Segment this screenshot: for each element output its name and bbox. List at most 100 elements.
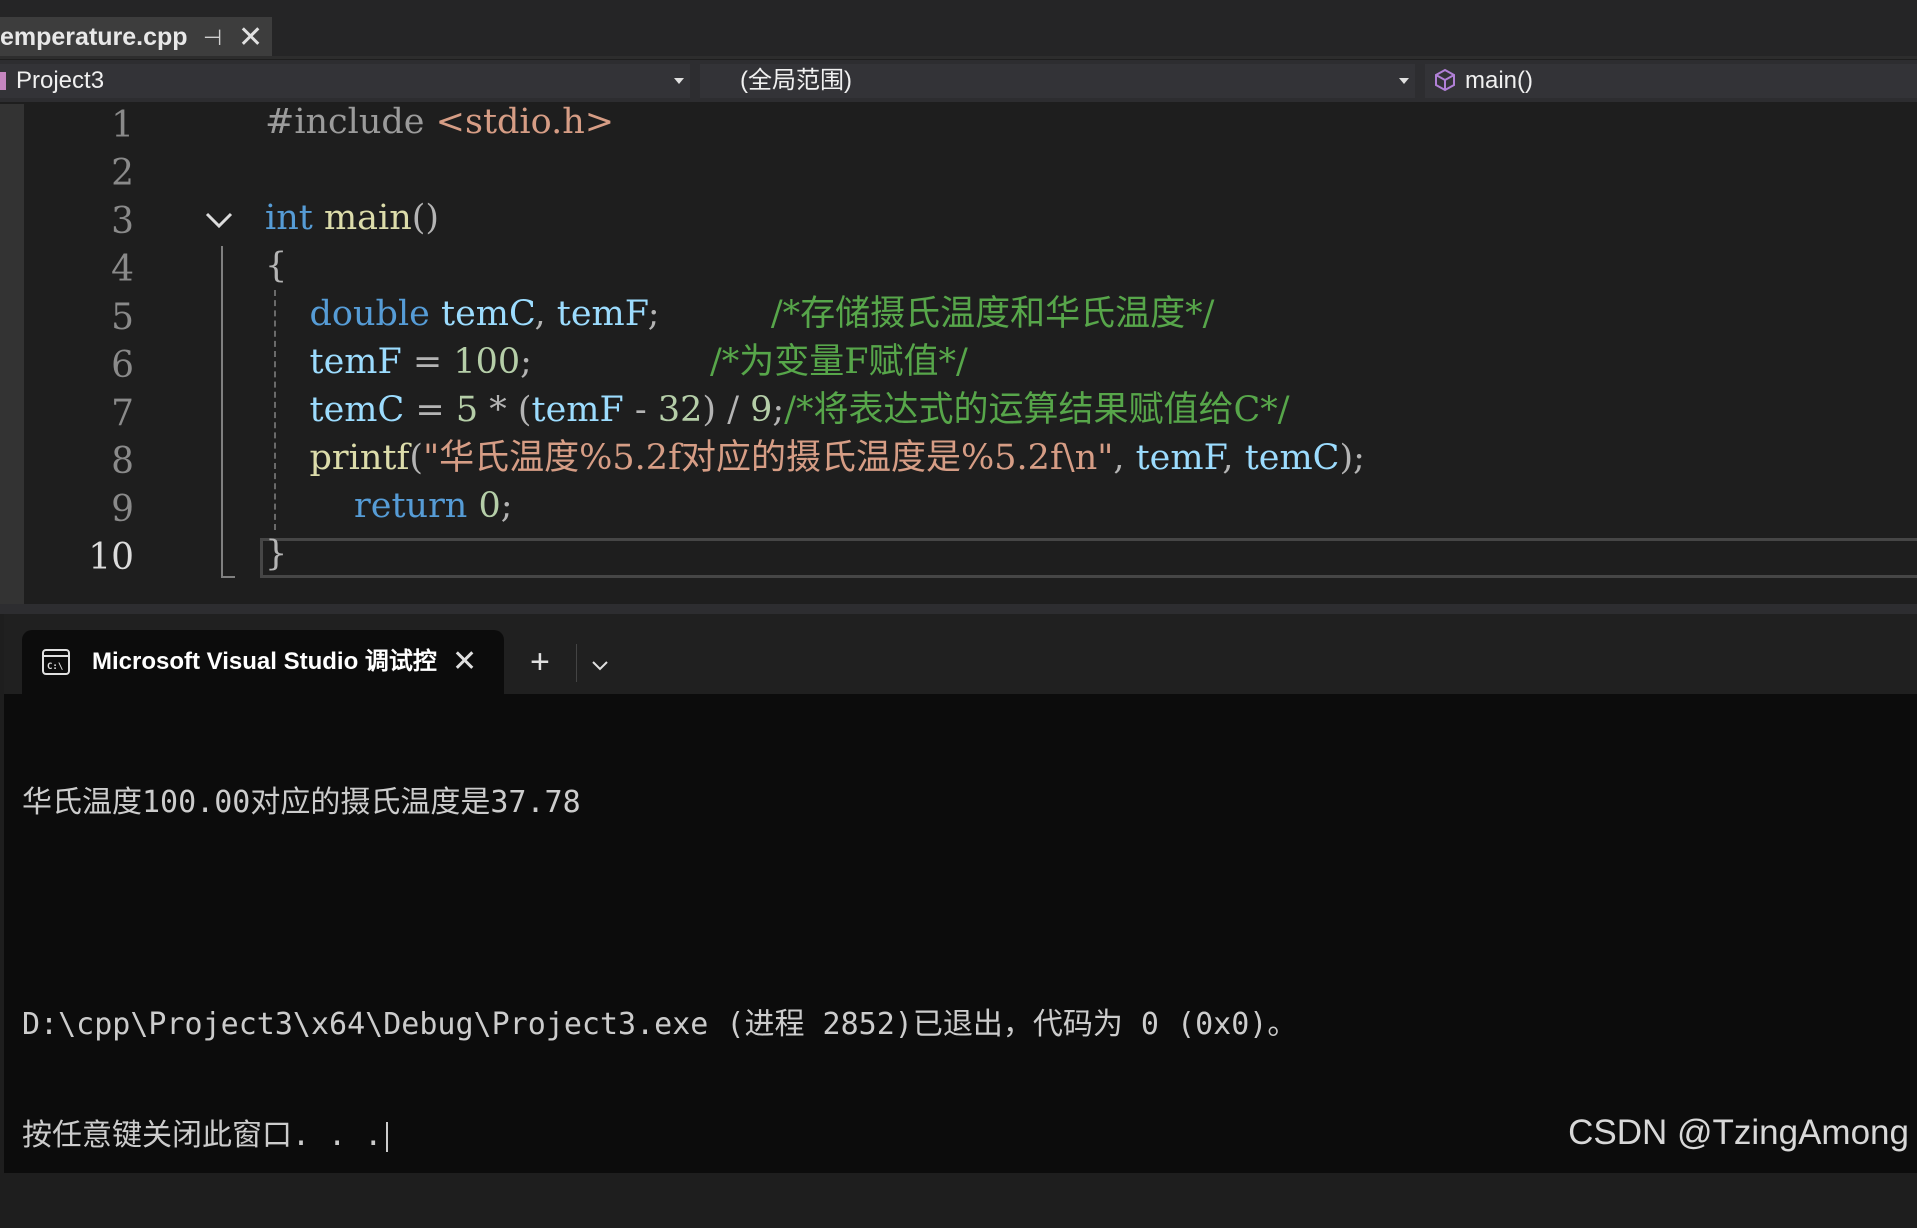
chevron-down-icon[interactable]	[592, 661, 608, 671]
current-line-highlight	[260, 538, 1917, 578]
code-token: temF	[1135, 438, 1223, 478]
line-number: 10	[88, 537, 134, 578]
code-line[interactable]: double temC, temF; /*存储摄氏温度和华氏温度*/	[265, 290, 1215, 338]
code-token: printf	[309, 438, 410, 478]
code-token: #include	[265, 102, 436, 142]
code-token: 5	[455, 390, 479, 430]
code-token: temF	[556, 294, 648, 334]
line-number: 3	[111, 201, 134, 242]
line-number: 6	[111, 345, 134, 386]
member-name: main()	[1465, 67, 1534, 94]
scope-name: (全局范围)	[740, 67, 852, 94]
code-token: main	[323, 198, 412, 238]
tab-separator	[576, 644, 577, 682]
method-cube-icon	[1435, 68, 1455, 92]
tab-underline	[0, 56, 1917, 59]
panel-splitter[interactable]	[0, 604, 1917, 614]
new-tab-button[interactable]: +	[530, 634, 550, 690]
text-cursor	[386, 1121, 389, 1152]
debug-console-window[interactable]: C:\ Microsoft Visual Studio 调试控 ✕ + 华氏温度…	[4, 614, 1917, 1173]
code-token: ;	[520, 342, 710, 382]
code-line[interactable]: }	[265, 530, 287, 578]
line-number: 9	[111, 489, 134, 530]
code-token: temC	[1244, 438, 1340, 478]
code-token: <stdio.h>	[435, 102, 615, 142]
code-line[interactable]: temF = 100; /*为变量F赋值*/	[265, 338, 968, 386]
fold-region-line	[221, 246, 223, 578]
code-token: ;	[647, 294, 771, 334]
project-name: Project3	[16, 67, 105, 94]
document-tab-filename: emperature.cpp	[0, 23, 188, 51]
code-line[interactable]: temC = 5 * (temF - 32) / 9;/*将表达式的运算结果赋值…	[265, 386, 1290, 434]
console-icon: C:\	[42, 649, 70, 675]
code-token: ()	[411, 198, 440, 238]
code-token: temF	[309, 342, 402, 382]
output-line: 华氏温度100.00对应的摄氏温度是37.78	[22, 785, 581, 820]
code-token: 32	[657, 390, 703, 430]
indicator-margin	[0, 104, 24, 604]
fold-region-end	[221, 576, 235, 578]
project-dropdown[interactable]: Project3	[0, 64, 690, 98]
code-token: 0	[478, 486, 501, 526]
line-number: 4	[111, 249, 134, 290]
code-line[interactable]: printf("华氏温度%5.2f对应的摄氏温度是%5.2f\n", temF,…	[265, 434, 1365, 482]
output-line-prompt: 按任意键关闭此窗口. . .	[22, 1117, 1297, 1154]
close-tab-icon[interactable]: ✕	[238, 17, 263, 58]
code-token: ;	[772, 390, 785, 430]
code-token: temF	[531, 390, 624, 430]
prompt-text: 按任意键关闭此窗口. . .	[22, 1118, 383, 1153]
chevron-down-icon[interactable]	[1399, 78, 1409, 85]
code-token: "华氏温度%5.2f对应的摄氏温度是%5.2f\n"	[423, 438, 1114, 478]
line-number: 7	[111, 393, 134, 434]
member-dropdown[interactable]: main()	[1425, 64, 1917, 98]
project-icon	[0, 72, 6, 90]
code-line[interactable]: int main()	[265, 194, 439, 242]
code-token: int	[265, 198, 313, 238]
line-number-gutter: 1 2 3 4 5 6 7 8 9 10	[24, 104, 134, 604]
code-token: =	[401, 342, 454, 382]
code-token: temC	[309, 390, 405, 430]
document-tab[interactable]: emperature.cpp ⊣ ✕	[0, 17, 272, 58]
terminal-tab-bar: C:\ Microsoft Visual Studio 调试控 ✕ +	[4, 614, 1917, 694]
code-token: ,	[1113, 438, 1136, 478]
code-token: 100	[453, 342, 521, 382]
code-token: ;	[500, 486, 513, 526]
code-token: -	[623, 390, 658, 430]
collapse-chevron-icon[interactable]	[204, 209, 234, 231]
code-token: /*将表达式的运算结果赋值给C*/	[784, 390, 1290, 430]
code-line[interactable]: return 0;	[265, 482, 513, 530]
code-token: }	[265, 534, 288, 574]
code-token: ,	[534, 294, 557, 334]
pin-icon[interactable]: ⊣	[203, 17, 222, 58]
code-line[interactable]: #include <stdio.h>	[265, 98, 614, 146]
code-token: (	[409, 438, 424, 478]
code-token: * (	[478, 390, 532, 430]
chevron-down-icon[interactable]	[674, 78, 684, 85]
line-number: 2	[111, 153, 134, 194]
code-token: ,	[1222, 438, 1245, 478]
code-token: double	[309, 294, 430, 334]
code-token: {	[265, 246, 288, 286]
terminal-tab[interactable]: C:\ Microsoft Visual Studio 调试控 ✕	[22, 630, 504, 694]
code-token: =	[404, 390, 456, 430]
output-line: D:\cpp\Project3\x64\Debug\Project3.exe (…	[22, 1007, 1298, 1042]
code-token: );	[1339, 438, 1365, 478]
line-number: 5	[111, 297, 134, 338]
code-line[interactable]: {	[265, 242, 287, 290]
code-token: /*存储摄氏温度和华氏温度*/	[770, 294, 1215, 334]
terminal-output: 华氏温度100.00对应的摄氏温度是37.78 D:\cpp\Project3\…	[22, 710, 1297, 1228]
code-token: ) /	[702, 390, 751, 430]
svg-text:C:\: C:\	[47, 662, 63, 672]
close-terminal-tab-icon[interactable]: ✕	[452, 630, 477, 694]
scope-dropdown[interactable]: (全局范围)	[700, 64, 1415, 98]
code-token: temC	[441, 294, 535, 334]
code-token: return	[354, 486, 468, 526]
